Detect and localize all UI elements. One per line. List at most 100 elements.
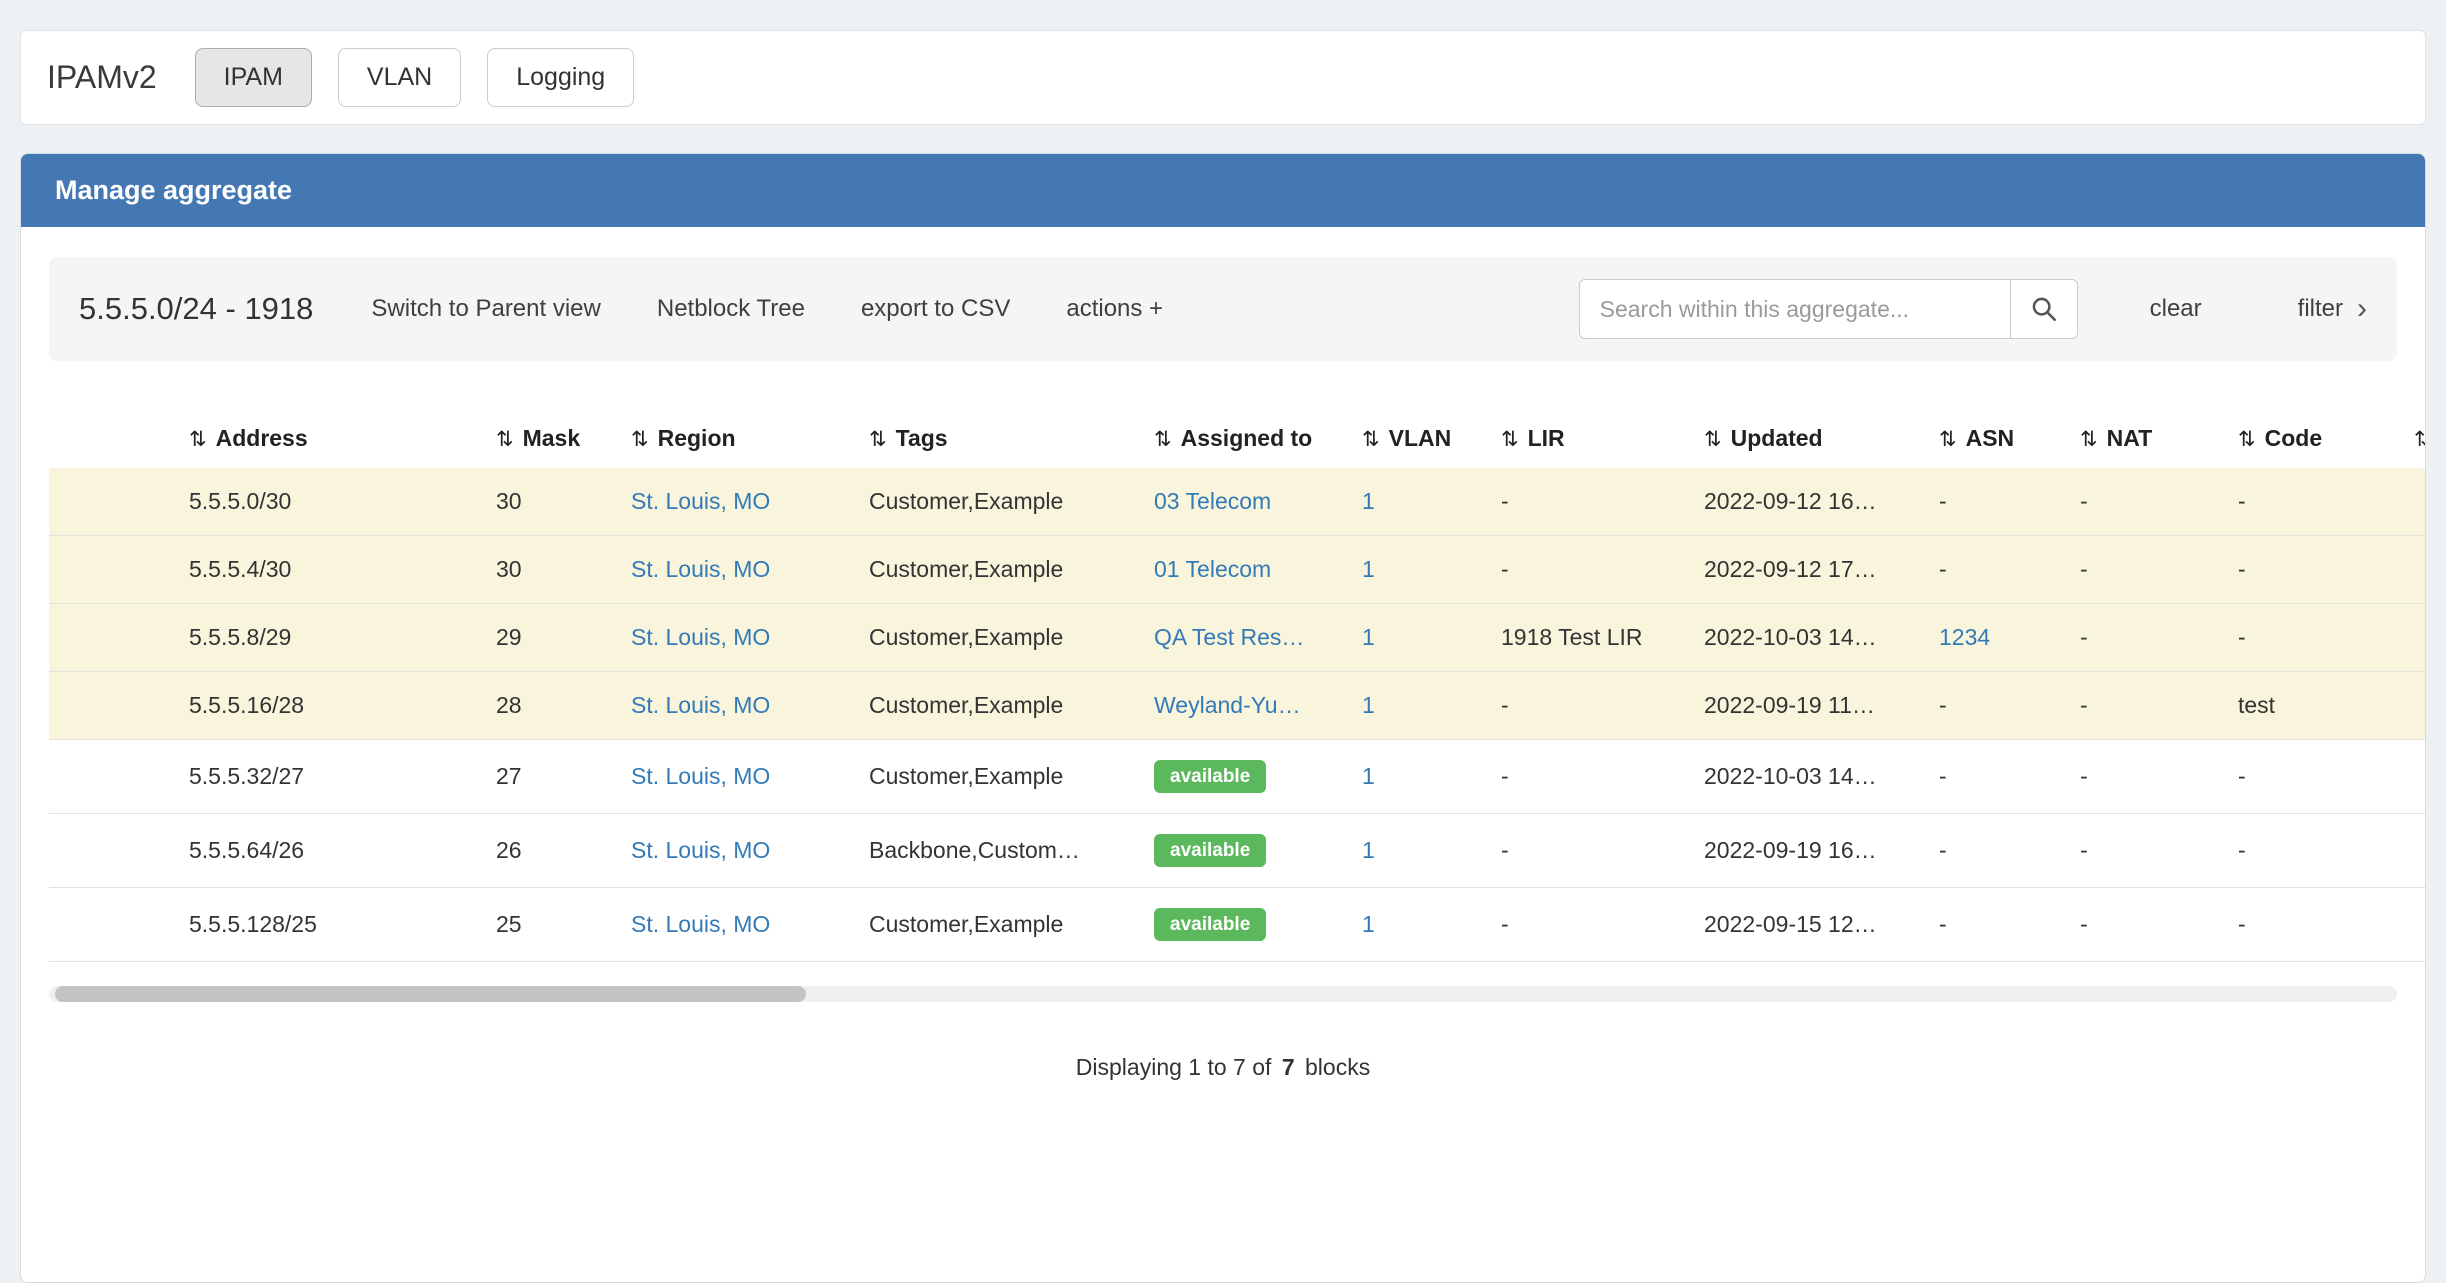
cell-lir: - [1487,740,1690,814]
region-link[interactable]: St. Louis, MO [631,488,770,514]
cell-nat: - [2066,468,2224,536]
cell-address: 5.5.5.0/30 [175,468,482,536]
table-row: 5.5.5.32/2727St. Louis, MOCustomer,Examp… [49,740,2426,814]
clear-filter-link[interactable]: clear [2150,295,2202,323]
assigned-link[interactable]: 03 Telecom [1154,488,1271,514]
app-title: IPAMv2 [47,59,157,96]
actions-menu[interactable]: actions + [1066,295,1163,323]
sort-icon[interactable]: ⇅ [496,428,514,451]
assigned-link[interactable]: 01 Telecom [1154,556,1271,582]
cell-nat: - [2066,814,2224,888]
cell-asn: - [1925,672,2066,740]
export-csv-link[interactable]: export to CSV [861,295,1010,323]
chevron-right-icon: › [2357,294,2367,324]
cell-updated: 2022-10-03 14… [1690,740,1925,814]
column-label: Assigned to [1181,425,1313,451]
top-nav: IPAMv2 IPAM VLAN Logging [20,30,2426,125]
cell-updated: 2022-09-19 16… [1690,814,1925,888]
region-link[interactable]: St. Louis, MO [631,837,770,863]
cell-overflow [2400,536,2426,604]
cell-code: - [2224,536,2400,604]
cell-vlan: 1 [1348,604,1487,672]
column-header-assigned-to[interactable]: ⇅ Assigned to [1140,409,1348,468]
region-link[interactable]: St. Louis, MO [631,624,770,650]
column-header-tags[interactable]: ⇅ Tags [855,409,1140,468]
assigned-link[interactable]: QA Test Res… [1154,624,1304,650]
tab-ipam[interactable]: IPAM [195,48,312,107]
vlan-link[interactable]: 1 [1362,763,1375,789]
column-header-region[interactable]: ⇅Region [617,409,855,468]
column-header-updated[interactable]: ⇅Updated [1690,409,1925,468]
cell-asn: - [1925,888,2066,962]
switch-parent-view-link[interactable]: Switch to Parent view [371,295,600,323]
sort-icon[interactable]: ⇅ [869,428,887,451]
search-button[interactable] [2010,279,2078,339]
region-link[interactable]: St. Louis, MO [631,911,770,937]
asn-link[interactable]: 1234 [1939,624,1990,650]
vlan-link[interactable]: 1 [1362,488,1375,514]
region-link[interactable]: St. Louis, MO [631,692,770,718]
cell-vlan: 1 [1348,888,1487,962]
vlan-link[interactable]: 1 [1362,556,1375,582]
available-badge: available [1154,834,1266,867]
cell-asn: - [1925,814,2066,888]
cell-region: St. Louis, MO [617,536,855,604]
vlan-link[interactable]: 1 [1362,837,1375,863]
cell-vlan: 1 [1348,536,1487,604]
column-header-asn[interactable]: ⇅ASN [1925,409,2066,468]
netblock-tree-link[interactable]: Netblock Tree [657,295,805,323]
sort-icon[interactable]: ⇅ [1939,428,1957,451]
cell-region: St. Louis, MO [617,468,855,536]
vlan-link[interactable]: 1 [1362,624,1375,650]
cell-address: 5.5.5.8/29 [175,604,482,672]
cell-mask: 26 [482,814,617,888]
cell-code: - [2224,468,2400,536]
search-input[interactable] [1579,279,2011,339]
region-link[interactable]: St. Louis, MO [631,763,770,789]
sort-icon[interactable]: ⇅ [1501,428,1519,451]
cell-vlan: 1 [1348,672,1487,740]
column-header-vlan[interactable]: ⇅ VLAN [1348,409,1487,468]
cell-address: 5.5.5.64/26 [175,814,482,888]
vlan-link[interactable]: 1 [1362,692,1375,718]
cell-updated: 2022-09-19 11… [1690,672,1925,740]
column-label: VLAN [1389,425,1452,451]
column-header-mask[interactable]: ⇅ Mask [482,409,617,468]
column-label: Tags [896,425,948,451]
column-label: NAT [2107,425,2153,451]
cell-overflow [2400,468,2426,536]
assigned-link[interactable]: Weyland-Yu… [1154,692,1301,718]
horizontal-scrollbar[interactable] [49,986,2397,1002]
vlan-link[interactable]: 1 [1362,911,1375,937]
column-header-address[interactable]: ⇅Address [175,409,482,468]
sort-icon[interactable]: ⇅ [1362,428,1380,451]
region-link[interactable]: St. Louis, MO [631,556,770,582]
column-header-nat[interactable]: ⇅ NAT [2066,409,2224,468]
column-header-lir[interactable]: ⇅LIR [1487,409,1690,468]
sort-icon[interactable]: ⇅ [2080,428,2098,451]
cell-nat: - [2066,888,2224,962]
cell-tags: Customer,Example [855,672,1140,740]
scrollbar-thumb[interactable] [55,986,806,1002]
cell-region: St. Louis, MO [617,672,855,740]
tab-vlan[interactable]: VLAN [338,48,461,107]
cell-tags: Customer,Example [855,468,1140,536]
available-badge: available [1154,760,1266,793]
tab-logging[interactable]: Logging [487,48,634,107]
column-header-overflow[interactable]: ⇅ [2400,409,2426,468]
sort-icon[interactable]: ⇅ [189,428,207,451]
cell-mask: 27 [482,740,617,814]
cell-region: St. Louis, MO [617,814,855,888]
column-header-code[interactable]: ⇅Code [2224,409,2400,468]
sort-icon[interactable]: ⇅ [2238,428,2256,451]
column-label: Mask [523,425,581,451]
filter-link[interactable]: filter › [2298,294,2367,324]
sort-icon[interactable]: ⇅ [1704,428,1722,451]
sort-icon[interactable]: ⇅ [2414,428,2426,451]
sort-icon[interactable]: ⇅ [1154,428,1172,451]
cell-vlan: 1 [1348,740,1487,814]
sort-icon[interactable]: ⇅ [631,428,649,451]
aggregate-label: 5.5.5.0/24 - 1918 [79,291,313,327]
cell-tags: Customer,Example [855,888,1140,962]
cell-updated: 2022-09-15 12… [1690,888,1925,962]
